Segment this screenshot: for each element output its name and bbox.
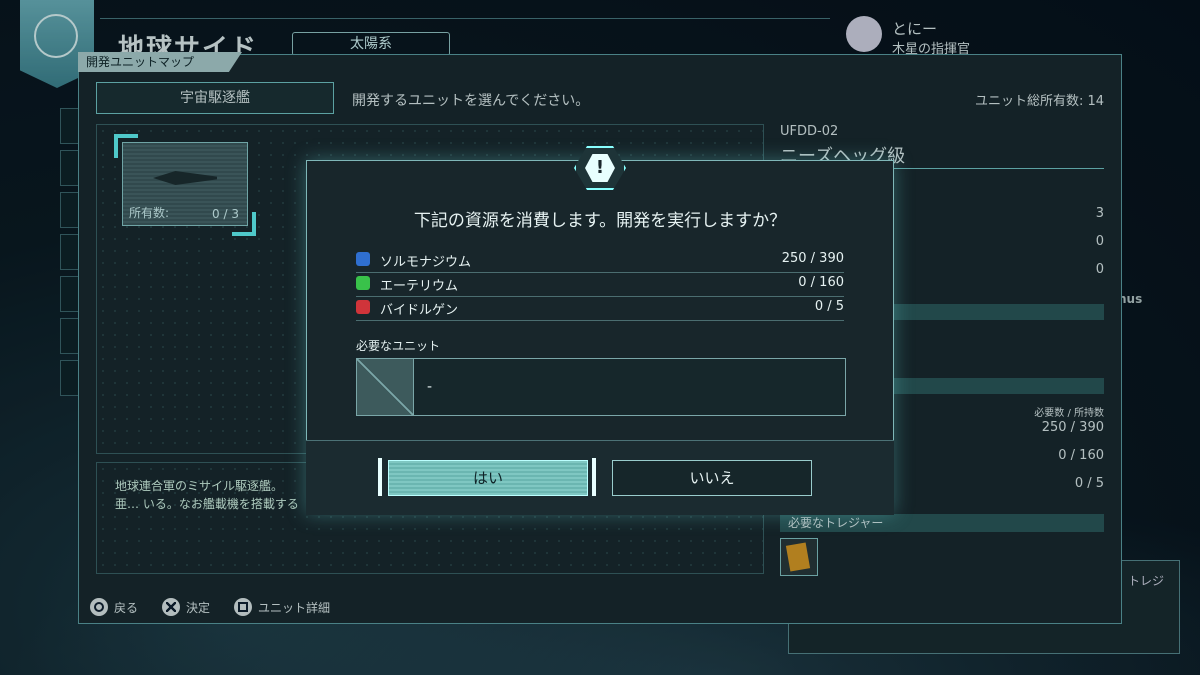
resource-name: ソルモナジウム (380, 255, 472, 270)
required-unit-value: - (427, 379, 433, 395)
required-units-label: 必要なユニット (356, 339, 441, 353)
focus-indicator (378, 458, 382, 496)
resource-row: バイドルゲン 0 / 5 (356, 298, 844, 321)
resource-value: 0 / 5 (814, 299, 844, 314)
yes-button[interactable]: はい (388, 460, 588, 496)
aetherium-icon (356, 276, 370, 290)
resource-value: 0 / 160 (798, 275, 844, 290)
resource-name: バイドルゲン (380, 303, 459, 318)
resource-name: エーテリウム (380, 279, 459, 294)
empty-slot-icon (357, 359, 414, 415)
solmonagium-icon (356, 252, 370, 266)
resource-row: エーテリウム 0 / 160 (356, 274, 844, 297)
bydorgen-icon (356, 300, 370, 314)
focus-indicator (592, 458, 596, 496)
resource-value: 250 / 390 (781, 251, 844, 266)
required-unit-box: - (356, 358, 846, 416)
no-button[interactable]: いいえ (612, 460, 812, 496)
dialog-title: 下記の資源を消費します。開発を実行しますか？ (413, 211, 787, 231)
resource-row: ソルモナジウム 250 / 390 (356, 250, 844, 273)
